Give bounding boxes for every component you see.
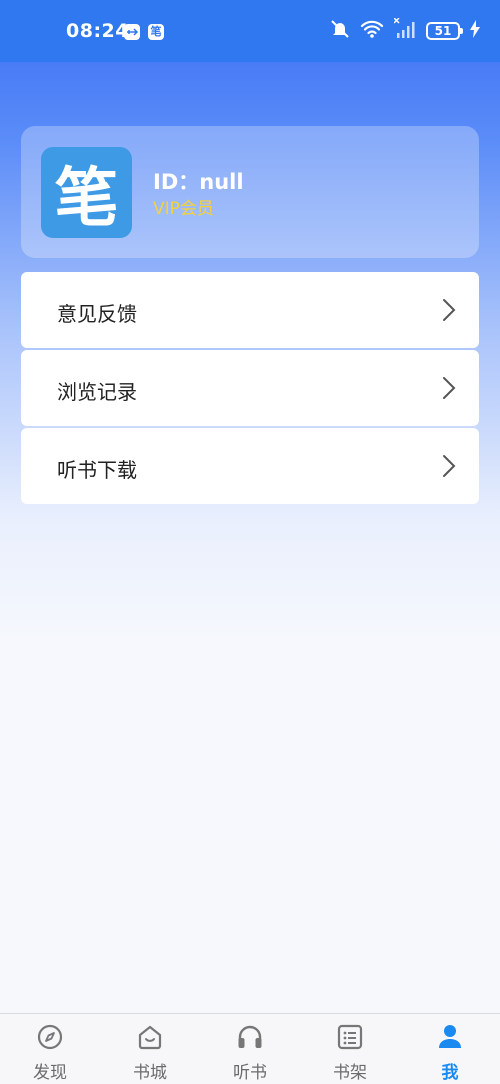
profile-icon <box>439 1025 461 1048</box>
vip-badge: VIP会员 <box>153 199 214 219</box>
nav-label: 发现 <box>33 1063 67 1083</box>
user-id: ID：null <box>153 170 244 194</box>
bottom-nav: 发现 书城 听书 书架 我 <box>0 1013 500 1084</box>
nav-bookstore[interactable]: 书城 <box>100 1014 200 1084</box>
nav-audiobooks[interactable]: 听书 <box>200 1014 300 1084</box>
menu-item-feedback[interactable]: 意见反馈 <box>21 272 479 348</box>
status-bar: 08:24 笔 51 <box>0 0 500 62</box>
battery-icon: 51 <box>426 22 463 40</box>
profile-card[interactable]: 笔 ID：null VIP会员 <box>21 126 479 258</box>
menu-item-downloads[interactable]: 听书下载 <box>21 428 479 504</box>
nav-profile[interactable]: 我 <box>400 1014 500 1084</box>
usb-icon <box>124 24 140 40</box>
menu-item-label: 听书下载 <box>57 458 137 482</box>
nav-label: 书架 <box>333 1063 367 1083</box>
chevron-right-icon <box>443 377 456 399</box>
nav-label: 我 <box>441 1063 459 1083</box>
nav-label: 书城 <box>133 1063 167 1083</box>
status-time: 08:24 <box>66 20 129 42</box>
avatar[interactable]: 笔 <box>41 147 132 238</box>
mute-bell-icon <box>330 19 350 43</box>
nav-bookshelf[interactable]: 书架 <box>300 1014 400 1084</box>
wifi-icon <box>360 19 384 43</box>
menu-item-history[interactable]: 浏览记录 <box>21 350 479 426</box>
menu-item-label: 意见反馈 <box>57 302 137 326</box>
compass-icon <box>37 1024 63 1050</box>
charging-icon <box>470 20 480 42</box>
nav-discover[interactable]: 发现 <box>0 1014 100 1084</box>
menu-item-label: 浏览记录 <box>57 380 137 404</box>
headphones-icon <box>238 1025 262 1048</box>
bookstore-icon <box>138 1025 162 1050</box>
chevron-right-icon <box>443 299 456 321</box>
chevron-right-icon <box>443 455 456 477</box>
bookshelf-icon <box>337 1024 363 1050</box>
nav-label: 听书 <box>233 1063 267 1083</box>
signal-icon <box>393 17 416 44</box>
app-notification-icon: 笔 <box>148 24 164 40</box>
